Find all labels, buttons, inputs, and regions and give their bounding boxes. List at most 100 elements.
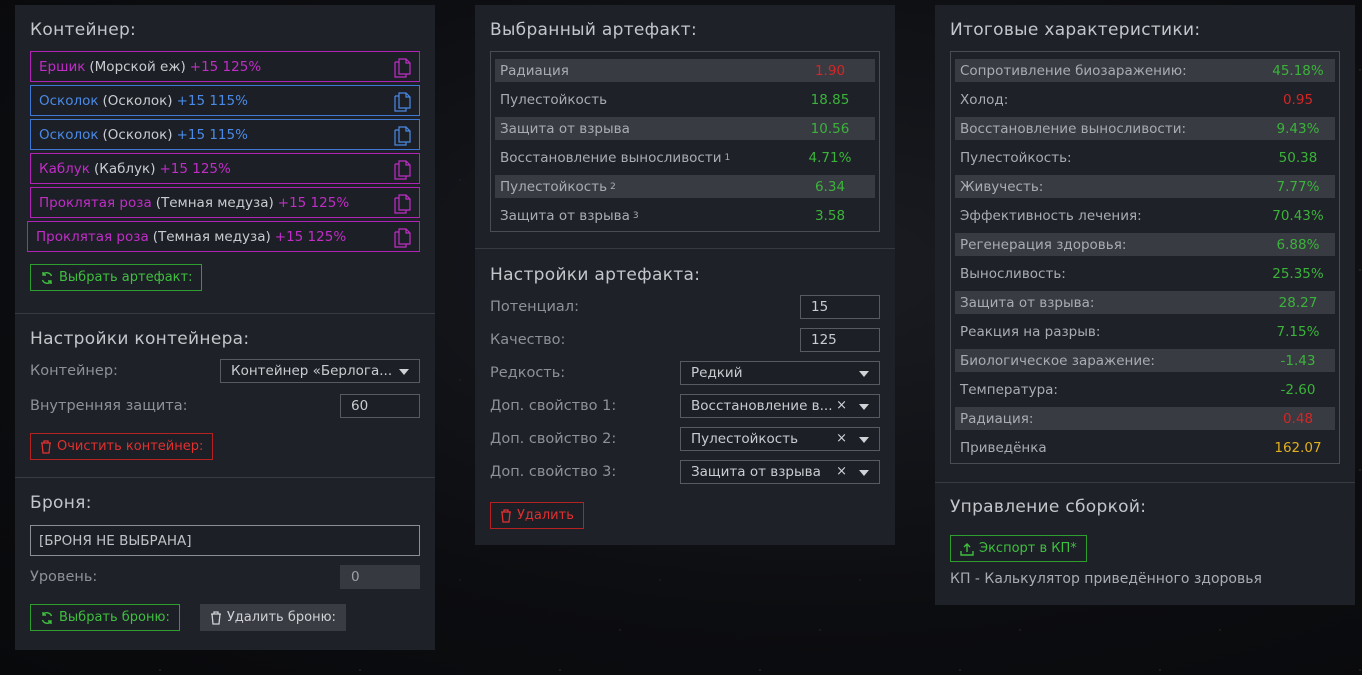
artifact-level: +15 125% [159,160,231,177]
stat-label: Эффективность лечения: [960,207,1142,224]
stat-row: Пулестойкость 18.85 [495,85,875,114]
armor-field[interactable]: [БРОНЯ НЕ ВЫБРАНА] [30,525,420,556]
stat-sup: 1 [724,152,731,163]
selected-artifact-title: Выбранный артефакт: [490,20,698,40]
artifact-name: Проклятая роза [39,194,152,211]
stat-label: Температура: [960,381,1058,398]
stat-value: 6.34 [814,178,846,195]
stat-row: Защита от взрыва 3 3.58 [495,201,875,230]
summary-title: Итоговые характеристики: [950,20,1201,40]
protection-input[interactable]: 60 [340,394,420,418]
stat-value: 70.43% [1272,207,1324,224]
choose-armor-button[interactable]: Выбрать броню: [30,604,180,631]
stat-row: Пулестойкость: 50.38 [955,143,1335,172]
prop1-select[interactable]: Восстановление в... × [680,394,880,418]
document-icon[interactable] [394,92,411,112]
document-icon[interactable] [394,160,411,180]
stat-row: Биологическое заражение: -1.43 [955,349,1335,372]
artifact-item[interactable]: Каблук (Каблук) +15 125% [30,153,420,184]
stat-label: Защита от взрыва: [960,294,1095,311]
artifact-level: +15 115% [176,92,248,109]
stat-label: Приведёнка [960,439,1047,456]
stat-label: Выносливость: [960,265,1066,282]
delete-armor-button[interactable]: Удалить броню: [199,604,346,631]
artifact-base: (Морской еж) [89,58,186,75]
stat-value: 10.56 [810,120,850,137]
container-select[interactable]: Контейнер «Берлога... [220,359,420,383]
middle-panel: Выбранный артефакт: Радиация 1.90 Пулестой… [475,5,895,545]
prop3-value: Защита от взрыва [691,464,821,480]
quality-label: Качество: [490,332,566,348]
stat-label: Пулестойкость [500,91,608,108]
protection-value: 60 [351,398,369,414]
artifact-item[interactable]: Проклятая роза (Темная медуза) +15 125% [27,221,420,252]
prop1-value: Восстановление в... [691,398,833,414]
level-input[interactable]: 0 [340,565,420,589]
stat-label: Пулестойкость [500,178,608,195]
stat-label: Регенерация здоровья: [960,236,1127,253]
build-title: Управление сборкой: [950,497,1147,517]
stat-value: -1.43 [1280,352,1316,369]
document-icon[interactable] [394,194,411,214]
stat-value: 9.43% [1276,120,1320,137]
quality-value: 125 [811,332,837,348]
choose-artifact-label: Выбрать артефакт: [59,270,193,285]
rarity-label: Редкость: [490,365,566,381]
stat-row: Холод: 0.95 [955,85,1335,114]
build-note: КП - Калькулятор приведённого здоровья [950,571,1262,587]
stat-row: Восстановление выносливости: 9.43% [955,117,1335,140]
artifact-item[interactable]: Осколок (Осколок) +15 115% [30,85,420,116]
artifact-item[interactable]: Осколок (Осколок) +15 115% [30,119,420,150]
clear-container-button[interactable]: Очистить контейнер: [30,433,214,460]
artifact-item[interactable]: Проклятая роза (Темная медуза) +15 125% [30,187,420,218]
level-value: 0 [351,569,360,585]
stat-value: 7.15% [1276,323,1320,340]
container-settings-title: Настройки контейнера: [30,329,250,349]
artifact-name: Проклятая роза [36,228,149,245]
potential-input[interactable]: 15 [800,295,880,319]
artifact-level: +15 125% [274,228,347,245]
export-button[interactable]: Экспорт в КП* [950,535,1087,562]
artifact-list: Ершик (Морской еж) +15 125% Осколок (Осколок… [27,51,420,252]
stat-row: Реакция на разрыв: 7.15% [955,317,1335,346]
choose-artifact-button[interactable]: Выбрать артефакт: [30,264,203,291]
trash-icon [41,439,51,454]
stat-value: 7.77% [1276,178,1320,195]
clear-icon[interactable]: × [836,464,847,479]
container-select-value: Контейнер «Берлога... [231,363,393,379]
document-icon[interactable] [394,58,411,78]
stat-label: Живучесть: [960,178,1044,195]
clear-icon[interactable]: × [836,398,847,413]
armor-field-value: [БРОНЯ НЕ ВЫБРАНА] [39,532,192,549]
document-icon[interactable] [394,126,411,146]
artifact-item[interactable]: Ершик (Морской еж) +15 125% [30,51,420,82]
stat-label: Биологическое заражение: [960,352,1155,369]
delete-artifact-button[interactable]: Удалить [490,502,584,529]
stat-value: -2.60 [1280,381,1316,398]
artifact-level: +15 115% [176,126,248,143]
stat-row: Регенерация здоровья: 6.88% [955,233,1335,256]
prop2-select[interactable]: Пулестойкость × [680,427,880,451]
stat-row: Сопротивление биозаражению: 45.18% [955,59,1335,82]
delete-artifact-label: Удалить [517,508,574,523]
artifact-base: (Темная медуза) [152,228,271,245]
quality-input[interactable]: 125 [800,328,880,352]
clear-icon[interactable]: × [836,431,847,446]
artifact-level: +15 125% [277,194,350,211]
prop3-select[interactable]: Защита от взрыва × [680,460,880,484]
artifact-settings-title: Настройки артефакта: [490,265,701,285]
rarity-select[interactable]: Редкий [680,361,880,385]
stat-row: Приведёнка 162.07 [955,433,1335,462]
left-panel: Контейнер: Ершик (Морской еж) +15 125% Оско… [15,5,435,650]
document-icon[interactable] [394,228,411,248]
chevron-down-icon [859,404,869,410]
stat-sup: 2 [610,181,616,192]
artifact-name: Осколок [39,126,99,143]
stat-row: Защита от взрыва 10.56 [495,117,875,140]
stat-row: Радиация: 0.48 [955,407,1335,430]
container-label: Контейнер: [30,363,118,379]
stat-value: 28.27 [1278,294,1318,311]
protection-label: Внутренняя защита: [30,398,188,414]
stat-value: 6.88% [1276,236,1320,253]
stat-label: Радиация: [960,410,1034,427]
